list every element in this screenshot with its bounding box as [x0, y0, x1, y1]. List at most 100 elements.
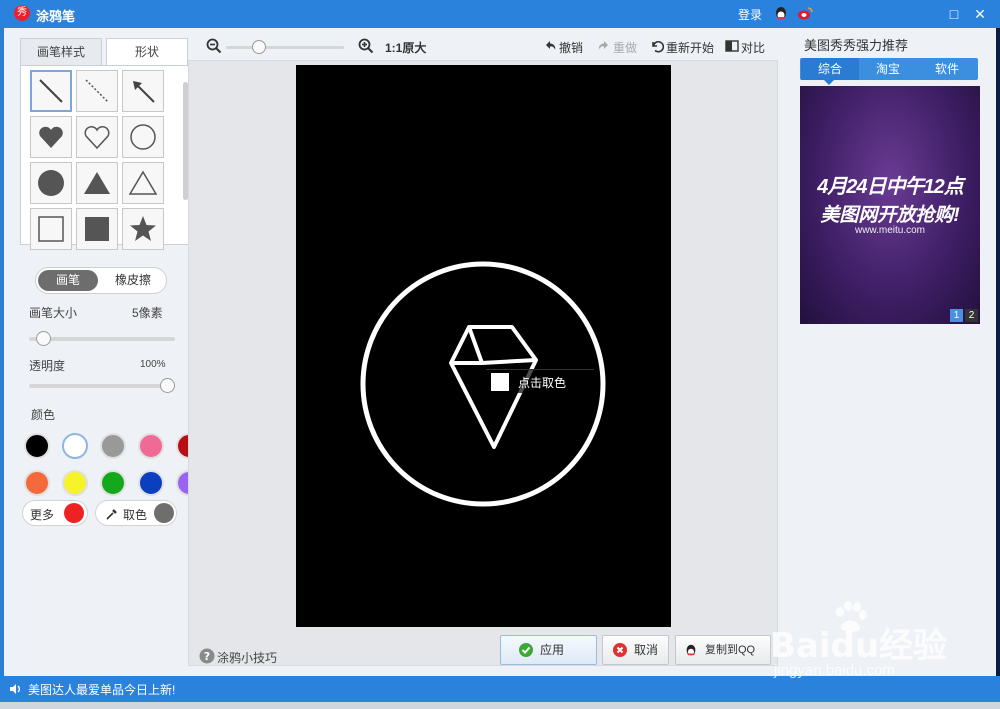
color-swatch[interactable] — [62, 470, 88, 496]
undo-button[interactable]: 撤销 — [559, 39, 583, 56]
color-swatch[interactable] — [24, 433, 50, 459]
recommend-title: 美图秀秀强力推荐 — [804, 38, 909, 53]
editor-body: 画笔样式 形状 画笔 橡皮擦 画笔大小 5像素 透明度 100% 颜色 更多 取… — [4, 28, 996, 676]
heart-outline-shape[interactable] — [76, 116, 118, 158]
help-icon[interactable]: ? — [199, 648, 215, 664]
promo-banner[interactable]: 4月24日中午12点 美图网开放抢购! www.meitu.com 1 2 — [800, 86, 980, 324]
square-outline-shape[interactable] — [30, 208, 72, 250]
svg-text:?: ? — [204, 650, 210, 663]
restart-button[interactable]: 重新开始 — [666, 39, 714, 56]
triangle-outline-shape[interactable] — [122, 162, 164, 204]
line-icon — [39, 79, 63, 103]
brush-size-value: 5像素 — [132, 306, 163, 320]
drawing-artwork — [360, 261, 606, 507]
cancel-label: 取消 — [634, 643, 659, 657]
square-outline-icon — [38, 216, 64, 242]
color-pick-tooltip: 点击取色 — [486, 369, 594, 393]
color-swatch[interactable] — [100, 470, 126, 496]
dashed-line-icon — [85, 79, 109, 103]
tab-general[interactable]: 综合 — [801, 58, 859, 80]
triangle-filled-shape[interactable] — [76, 162, 118, 204]
eyedropper-label: 取色 — [123, 508, 148, 522]
check-icon — [519, 643, 533, 657]
star-shape[interactable] — [122, 208, 164, 250]
watermark-brand: Baidu经验 — [770, 626, 948, 666]
heart-filled-icon — [39, 126, 63, 148]
square-filled-icon — [85, 217, 109, 241]
compare-button[interactable]: 对比 — [741, 39, 765, 56]
banner-url: www.meitu.com — [854, 225, 925, 236]
pen-mode-button[interactable]: 画笔 — [38, 270, 98, 291]
picked-color-indicator — [154, 503, 174, 523]
current-color-indicator — [64, 503, 84, 523]
copy-to-qq-label: 复制到QQ — [705, 644, 756, 656]
canvas-area: 点击取色 ? 涂鸦小技巧 应用 取消 复制到QQ — [188, 60, 778, 666]
banner-page-2[interactable]: 2 — [965, 309, 978, 322]
color-swatch[interactable] — [138, 433, 164, 459]
more-colors-button[interactable]: 更多 — [22, 500, 88, 526]
tips-link[interactable]: 涂鸦小技巧 — [217, 649, 277, 666]
triangle-filled-icon — [84, 172, 110, 194]
tooltip-text: 点击取色 — [518, 376, 567, 390]
brush-size-slider[interactable] — [29, 331, 175, 346]
circle-outline-shape[interactable] — [122, 116, 164, 158]
heart-filled-shape[interactable] — [30, 116, 72, 158]
compare-icon — [725, 40, 739, 52]
color-swatch[interactable] — [100, 433, 126, 459]
opacity-knob[interactable] — [160, 378, 175, 393]
title-bar: 秀 涂鸦笔 登录 □ ✕ — [0, 0, 1000, 28]
zoom-slider[interactable] — [226, 40, 344, 54]
circle-filled-shape[interactable] — [30, 162, 72, 204]
color-swatch[interactable] — [62, 433, 88, 459]
zoom-slider-knob[interactable] — [252, 40, 266, 54]
eraser-mode-button[interactable]: 橡皮擦 — [102, 270, 164, 291]
line-shape[interactable] — [30, 70, 72, 112]
opacity-slider[interactable] — [29, 378, 175, 393]
qq-login-icon[interactable] — [773, 5, 789, 21]
tab-taobao[interactable]: 淘宝 — [859, 58, 917, 80]
banner-page-1[interactable]: 1 — [950, 309, 963, 322]
login-link[interactable]: 登录 — [738, 6, 762, 23]
copy-to-qq-button[interactable]: 复制到QQ — [675, 635, 771, 665]
redo-icon — [598, 41, 608, 50]
opacity-label: 透明度 — [29, 359, 66, 373]
banner-headline: 4月24日中午12点 — [817, 176, 964, 198]
close-icon[interactable]: ✕ — [970, 4, 990, 24]
zoom-in-icon[interactable] — [358, 38, 374, 54]
restart-icon — [652, 41, 664, 53]
brush-size-label: 画笔大小 — [29, 306, 78, 320]
apply-label: 应用 — [540, 643, 565, 657]
baidu-watermark: Baidu经验 jingyan.baidu.com — [770, 598, 1000, 688]
triangle-outline-icon — [128, 170, 158, 195]
drawing-canvas[interactable]: 点击取色 — [296, 65, 671, 627]
speaker-icon — [10, 684, 20, 694]
tab-pointer — [824, 80, 834, 85]
maximize-icon[interactable]: □ — [944, 4, 964, 24]
tab-shapes[interactable]: 形状 — [106, 38, 188, 66]
tab-software[interactable]: 软件 — [918, 58, 976, 80]
tab-brush-style[interactable]: 画笔样式 — [20, 38, 102, 66]
dashed-line-shape[interactable] — [76, 70, 118, 112]
apply-button[interactable]: 应用 — [500, 635, 597, 665]
watermark-url: jingyan.baidu.com — [774, 662, 895, 679]
arrow-shape[interactable] — [122, 70, 164, 112]
redo-button[interactable]: 重做 — [613, 39, 637, 56]
banner-subheadline: 美图网开放抢购! — [820, 205, 960, 226]
app-window: 秀 涂鸦笔 登录 □ ✕ 画笔样式 形状 画笔 橡皮擦 画笔大小 5像素 透明度… — [0, 0, 1000, 709]
square-filled-shape[interactable] — [76, 208, 118, 250]
actual-size-button[interactable]: 1:1原大 — [385, 39, 426, 56]
color-swatch[interactable] — [138, 470, 164, 496]
zoom-out-icon[interactable] — [206, 38, 222, 54]
status-news-link[interactable]: 美图达人最爱单品今日上新! — [28, 681, 175, 698]
brush-size-knob[interactable] — [36, 331, 51, 346]
cancel-button[interactable]: 取消 — [602, 635, 669, 665]
opacity-value: 100% — [140, 359, 166, 370]
color-swatch[interactable] — [24, 470, 50, 496]
window-title: 涂鸦笔 — [36, 9, 76, 24]
recommend-panel: 美图秀秀强力推荐 综合 淘宝 软件 4月24日中午12点 美图网开放抢购! ww… — [800, 28, 996, 676]
meitu-logo-icon: 秀 — [14, 5, 30, 21]
left-tabs: 画笔样式 形状 — [20, 38, 190, 66]
eyedropper-button[interactable]: 取色 — [95, 500, 177, 526]
tooltip-color-swatch — [491, 373, 509, 391]
weibo-login-icon[interactable] — [797, 5, 813, 21]
